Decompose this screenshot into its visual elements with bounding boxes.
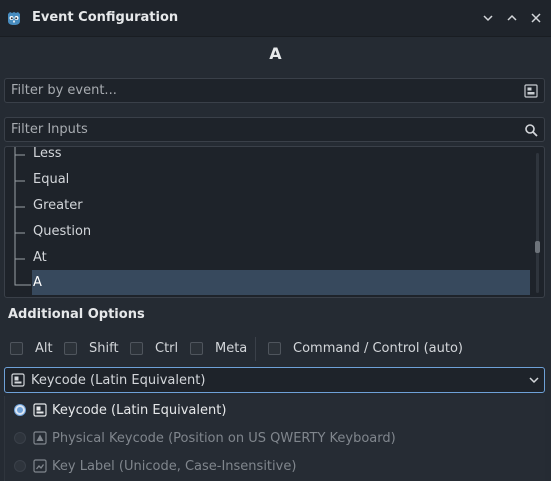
minimize-icon bbox=[483, 15, 493, 22]
keyboard-listen-icon bbox=[524, 83, 538, 98]
command-control-auto-checkbox[interactable]: Command / Control (auto) bbox=[268, 341, 463, 356]
meta-label: Meta bbox=[215, 341, 248, 356]
tree-item-equal[interactable]: Equal bbox=[32, 167, 530, 191]
maximize-icon bbox=[507, 14, 517, 21]
maximize-button[interactable] bbox=[504, 10, 520, 26]
godot-app-icon bbox=[8, 12, 20, 25]
shift-checkbox[interactable]: Shift bbox=[64, 341, 119, 356]
command-control-auto-label: Command / Control (auto) bbox=[293, 341, 463, 356]
ctrl-checkbox[interactable]: Ctrl bbox=[130, 341, 178, 356]
tree-scrollbar-thumb[interactable] bbox=[535, 241, 540, 253]
tree-guide-lines bbox=[14, 147, 31, 286]
radio-unselected-icon bbox=[14, 432, 26, 444]
option-physical-keycode[interactable]: Physical Keycode (Position on US QWERTY … bbox=[5, 426, 546, 450]
tree-item-at[interactable]: At bbox=[32, 245, 530, 269]
physical-keycode-icon bbox=[33, 431, 47, 445]
shift-label: Shift bbox=[89, 341, 119, 356]
event-configuration-window: Event Configuration A Filter by event...… bbox=[0, 0, 551, 481]
window-title: Event Configuration bbox=[32, 10, 179, 25]
option-key-label-unicode[interactable]: Key Label (Unicode, Case-Insensitive) bbox=[5, 454, 546, 478]
search-button[interactable] bbox=[520, 119, 542, 141]
checkbox-box bbox=[64, 342, 77, 355]
tree-item-question[interactable]: Question bbox=[32, 219, 530, 243]
event-name-heading: A bbox=[269, 44, 282, 63]
checkbox-box bbox=[130, 342, 143, 355]
inputs-filter-input[interactable] bbox=[5, 118, 520, 141]
option-label: Key Label (Unicode, Case-Insensitive) bbox=[52, 458, 297, 474]
keycode-icon bbox=[11, 373, 25, 387]
meta-checkbox[interactable]: Meta bbox=[190, 341, 247, 356]
checkbox-box bbox=[190, 342, 203, 355]
option-label: Physical Keycode (Position on US QWERTY … bbox=[52, 430, 396, 446]
tree-item-greater[interactable]: Greater bbox=[32, 193, 530, 217]
tree-scrollbar-track[interactable] bbox=[536, 153, 539, 293]
checkbox-box bbox=[10, 342, 23, 355]
keycode-icon bbox=[33, 403, 47, 417]
tree-item-a[interactable]: A bbox=[32, 270, 530, 295]
tree-item-less[interactable]: Less bbox=[32, 147, 530, 165]
minimize-button[interactable] bbox=[480, 10, 496, 26]
chevron-down-icon bbox=[529, 377, 539, 384]
alt-checkbox[interactable]: Alt bbox=[10, 341, 53, 356]
option-label: Keycode (Latin Equivalent) bbox=[52, 402, 227, 418]
input-tree[interactable]: Less Equal Greater Question At A bbox=[4, 146, 545, 298]
alt-label: Alt bbox=[35, 341, 53, 356]
event-filter-input[interactable] bbox=[5, 79, 520, 102]
listen-for-input-button[interactable] bbox=[520, 80, 542, 102]
keycode-dropdown-menu: Keycode (Latin Equivalent) Physical Keyc… bbox=[4, 396, 545, 481]
additional-options-heading: Additional Options bbox=[8, 307, 145, 322]
checkbox-box bbox=[268, 342, 281, 355]
radio-selected-icon bbox=[14, 404, 26, 416]
modifier-checkboxes: Alt Shift Ctrl Meta Command / Control (a… bbox=[0, 337, 551, 361]
inputs-filter-field[interactable] bbox=[4, 117, 545, 142]
option-keycode-latin-equivalent[interactable]: Keycode (Latin Equivalent) bbox=[5, 398, 546, 422]
keycode-select-value: Keycode (Latin Equivalent) bbox=[31, 372, 206, 388]
radio-unselected-icon bbox=[14, 460, 26, 472]
keycode-type-select[interactable]: Keycode (Latin Equivalent) bbox=[4, 367, 545, 393]
modifier-separator bbox=[255, 337, 256, 361]
search-icon bbox=[525, 123, 538, 137]
close-icon bbox=[531, 13, 541, 23]
key-label-icon bbox=[33, 459, 47, 473]
close-button[interactable] bbox=[528, 10, 544, 26]
event-filter-field[interactable] bbox=[4, 78, 545, 103]
title-bar[interactable]: Event Configuration bbox=[0, 0, 551, 37]
ctrl-label: Ctrl bbox=[155, 341, 179, 356]
